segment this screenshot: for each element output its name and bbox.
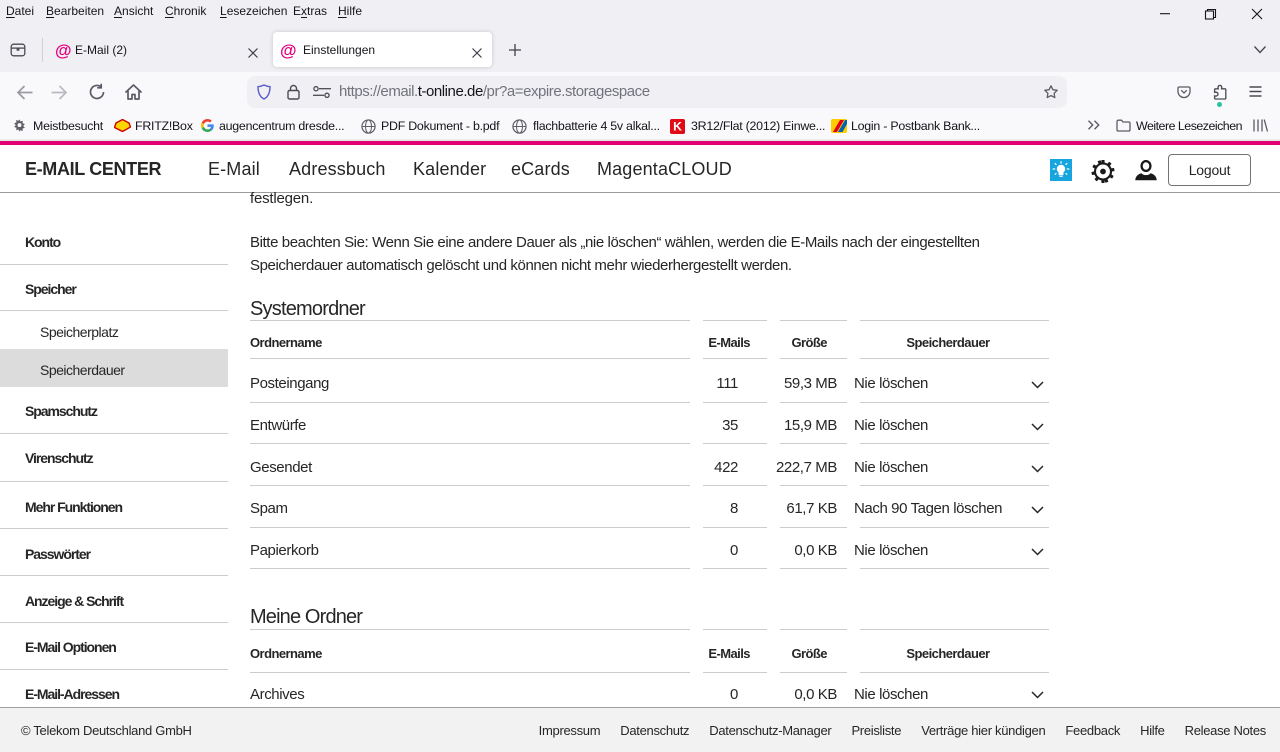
svg-text:K: K xyxy=(673,120,682,134)
